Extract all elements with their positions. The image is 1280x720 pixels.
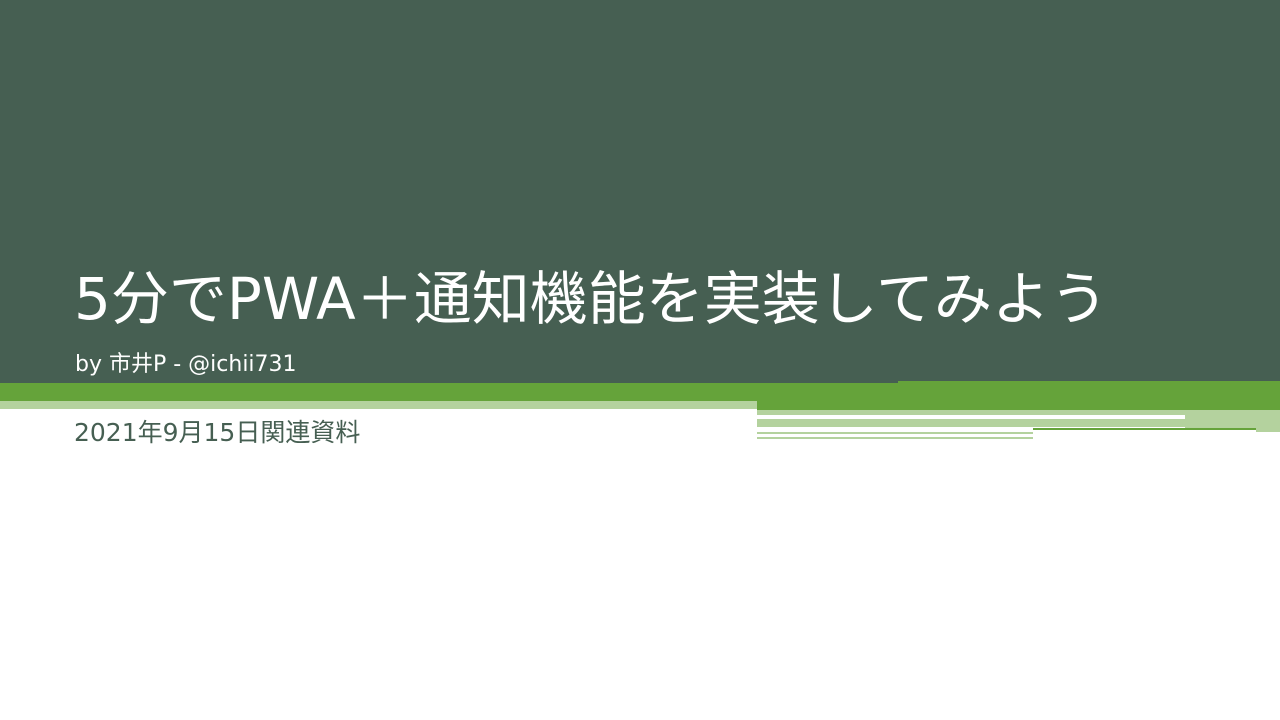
slide-title: 5分でPWA＋通知機能を実装してみよう <box>74 265 1108 333</box>
slide-subtitle: 2021年9月15日関連資料 <box>74 418 361 447</box>
accent-stripe <box>0 401 757 409</box>
author-byline: by 市井P - @ichii731 <box>75 352 297 377</box>
accent-stripe <box>0 383 898 401</box>
accent-line <box>757 437 1033 439</box>
accent-line <box>1256 429 1280 432</box>
title-slide: 5分でPWA＋通知機能を実装してみよう by 市井P - @ichii731 2… <box>0 0 1280 720</box>
accent-line <box>1033 428 1256 430</box>
accent-line <box>757 432 1033 434</box>
accent-stripe <box>757 400 1280 410</box>
